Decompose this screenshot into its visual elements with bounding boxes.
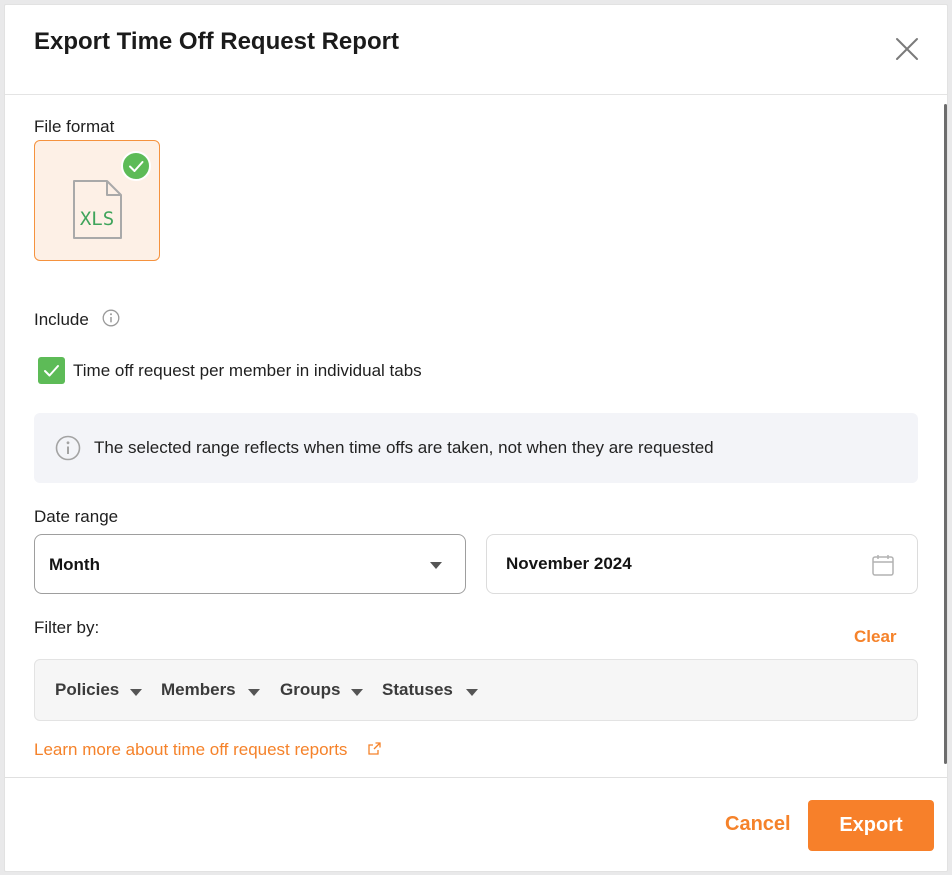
export-button[interactable]: Export [808,800,934,851]
dialog-body: File format XLS Include Time off request… [5,96,947,777]
file-format-option-xls[interactable]: XLS [34,140,160,261]
close-button[interactable] [893,35,921,63]
filter-statuses-label: Statuses [382,680,453,699]
dialog-footer: Cancel Export [5,777,947,871]
include-label: Include [34,310,89,329]
date-range-notice: The selected range reflects when time of… [34,413,918,483]
include-individual-tabs-checkbox[interactable] [38,357,65,384]
period-select-value: Month [49,555,100,574]
chevron-down-icon [351,689,363,696]
info-icon [55,435,81,461]
filter-bar: Policies Members Groups Statuses [34,659,918,721]
scrollbar[interactable] [944,104,947,764]
xls-file-label: XLS [80,208,114,230]
clear-filters-button[interactable]: Clear [854,627,897,647]
filter-policies-label: Policies [55,680,120,699]
dialog-header: Export Time Off Request Report [5,5,947,95]
learn-more-link[interactable]: Learn more about time off request report… [34,740,347,760]
notice-text: The selected range reflects when time of… [94,438,714,457]
selected-check-icon [121,151,151,181]
file-format-label: File format [34,117,115,136]
filter-members[interactable]: Members [161,680,260,700]
filter-policies[interactable]: Policies [55,680,142,700]
chevron-down-icon [248,689,260,696]
date-range-value-picker[interactable]: November 2024 [486,534,918,594]
xls-file-icon: XLS [73,180,122,239]
filter-statuses[interactable]: Statuses [382,680,478,700]
close-icon [896,38,918,60]
filter-members-label: Members [161,680,236,699]
filter-groups-label: Groups [280,680,341,699]
chevron-down-icon [130,689,142,696]
chevron-down-icon [430,562,442,569]
filter-by-label: Filter by: [34,618,100,637]
external-link-icon[interactable] [368,742,381,755]
date-range-period-select[interactable]: Month [34,534,466,594]
dialog-title: Export Time Off Request Report [34,28,399,55]
info-icon[interactable] [102,309,120,327]
calendar-icon[interactable] [872,554,894,576]
date-picker-value: November 2024 [506,554,632,573]
export-report-dialog: Export Time Off Request Report File form… [4,4,948,872]
include-individual-tabs-label[interactable]: Time off request per member in individua… [73,361,422,381]
chevron-down-icon [466,689,478,696]
cancel-button[interactable]: Cancel [725,813,791,836]
date-range-label: Date range [34,507,119,526]
check-icon [44,365,59,377]
filter-groups[interactable]: Groups [280,680,363,700]
